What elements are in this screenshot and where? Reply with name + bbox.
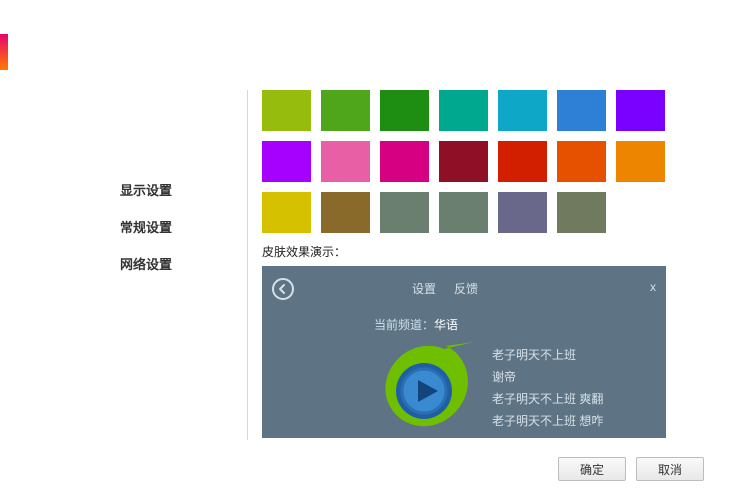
sidebar: 显示设置 常规设置 网络设置: [120, 180, 220, 291]
color-swatch[interactable]: [557, 141, 606, 182]
color-swatch[interactable]: [321, 141, 370, 182]
ok-button[interactable]: 确定: [558, 457, 626, 481]
sidebar-item-general[interactable]: 常规设置: [120, 217, 220, 236]
preview-panel: 设置 反馈 x 当前频道：华语 老子明天不上班 谢帝 老子明天不上班 爽翻 老子…: [262, 266, 666, 438]
cancel-button[interactable]: 取消: [636, 457, 704, 481]
color-swatch[interactable]: [262, 141, 311, 182]
color-swatch[interactable]: [439, 141, 488, 182]
channel-label: 当前频道：: [374, 318, 434, 332]
track-item: 老子明天不上班 想咋: [492, 410, 603, 432]
color-swatch[interactable]: [380, 192, 429, 233]
swatch-row-1: [262, 90, 666, 131]
channel-line: 当前频道：华语: [374, 316, 458, 333]
color-swatch[interactable]: [557, 192, 606, 233]
color-swatch[interactable]: [380, 90, 429, 131]
color-swatch[interactable]: [439, 90, 488, 131]
content: 皮肤效果演示： 设置 反馈 x 当前频道：华语: [262, 90, 666, 438]
color-swatch[interactable]: [380, 141, 429, 182]
sidebar-item-network[interactable]: 网络设置: [120, 254, 220, 273]
sidebar-item-display[interactable]: 显示设置: [120, 180, 220, 199]
preview-link-feedback[interactable]: 反馈: [454, 280, 478, 297]
accent-bar: [0, 34, 8, 70]
color-swatch[interactable]: [262, 90, 311, 131]
swatch-row-3: [262, 192, 666, 233]
preview-label: 皮肤效果演示：: [262, 243, 666, 260]
track-item: 谢帝: [492, 366, 603, 388]
track-list: 老子明天不上班 谢帝 老子明天不上班 爽翻 老子明天不上班 想咋: [492, 344, 603, 432]
color-swatch[interactable]: [321, 90, 370, 131]
color-swatch[interactable]: [557, 90, 606, 131]
close-icon[interactable]: x: [650, 280, 656, 294]
color-swatch[interactable]: [262, 192, 311, 233]
divider: [247, 90, 248, 440]
track-item: 老子明天不上班 爽翻: [492, 388, 603, 410]
footer: 确定 取消: [558, 457, 704, 481]
color-swatch[interactable]: [498, 141, 547, 182]
color-swatch[interactable]: [439, 192, 488, 233]
color-swatch[interactable]: [498, 90, 547, 131]
color-swatch[interactable]: [616, 90, 665, 131]
color-swatch[interactable]: [616, 141, 665, 182]
swatch-row-2: [262, 141, 666, 182]
channel-value: 华语: [434, 318, 458, 332]
preview-link-settings[interactable]: 设置: [412, 280, 436, 297]
color-swatch[interactable]: [321, 192, 370, 233]
color-swatch[interactable]: [498, 192, 547, 233]
back-icon[interactable]: [272, 278, 294, 300]
play-icon[interactable]: [376, 336, 476, 436]
track-item: 老子明天不上班: [492, 344, 603, 366]
